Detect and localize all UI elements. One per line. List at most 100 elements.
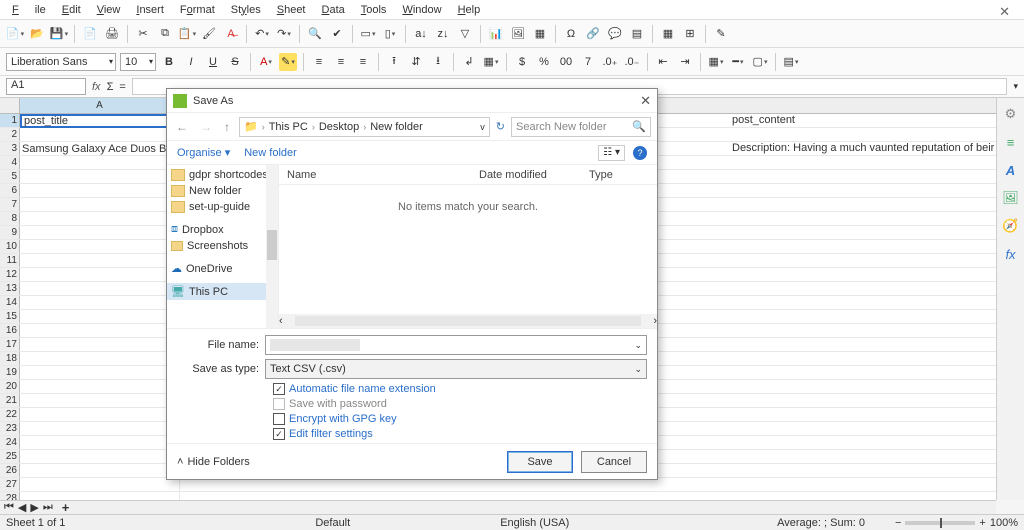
cut-button[interactable]: ✂ xyxy=(134,25,152,43)
tab-prev-icon[interactable]: ◀ xyxy=(18,501,26,514)
number-button[interactable]: 00 xyxy=(557,53,575,71)
sidebar-gallery-icon[interactable]: 🖼 xyxy=(1001,188,1021,208)
nav-back-icon[interactable]: ← xyxy=(173,120,191,134)
font-color-button[interactable]: A▾ xyxy=(257,53,275,71)
del-decimal-button[interactable]: .0₋ xyxy=(623,53,641,71)
sum-icon[interactable]: Σ xyxy=(107,81,114,93)
split-button[interactable]: ⊞ xyxy=(681,25,699,43)
chk-gpg[interactable]: Encrypt with GPG key xyxy=(273,413,647,425)
font-size-select[interactable]: 10▾ xyxy=(120,53,156,71)
chk-auto-ext[interactable]: Automatic file name extension xyxy=(273,383,647,395)
sidebar-navigator-icon[interactable]: 🧭 xyxy=(1001,216,1021,236)
tree-dropbox[interactable]: ⧈Dropbox xyxy=(167,221,278,238)
file-list-hscroll[interactable]: ‹› xyxy=(279,314,657,328)
dialog-close-icon[interactable]: ✕ xyxy=(640,93,651,109)
save-button-dialog[interactable]: Save xyxy=(507,451,573,473)
hide-folders-toggle[interactable]: ˄Hide Folders xyxy=(177,456,250,468)
date-button[interactable]: 7 xyxy=(579,53,597,71)
new-folder-button[interactable]: New folder xyxy=(244,147,297,159)
pivot-button[interactable]: ▦ xyxy=(531,25,549,43)
col-button[interactable]: ▯▾ xyxy=(381,25,399,43)
refresh-icon[interactable]: ↻ xyxy=(496,120,505,133)
sidebar-properties-icon[interactable]: ≡ xyxy=(1001,132,1021,152)
cell-a1[interactable]: post_title xyxy=(20,114,180,128)
show-draw-button[interactable]: ✎ xyxy=(712,25,730,43)
menu-help[interactable]: Help xyxy=(450,2,489,18)
tree-new-folder[interactable]: New folder xyxy=(167,183,278,199)
spellcheck-button[interactable]: ✔ xyxy=(328,25,346,43)
crumb-new-folder[interactable]: New folder xyxy=(370,121,423,133)
sidebar-styles-icon[interactable]: A xyxy=(1001,160,1021,180)
fx-icon[interactable]: fx xyxy=(92,81,101,93)
tab-next-icon[interactable]: ▶ xyxy=(30,501,38,514)
menu-insert[interactable]: Insert xyxy=(128,2,172,18)
align-left-button[interactable]: ≡ xyxy=(310,53,328,71)
percent-button[interactable]: % xyxy=(535,53,553,71)
italic-button[interactable]: I xyxy=(182,53,200,71)
inc-indent-button[interactable]: ⇤ xyxy=(654,53,672,71)
print-button[interactable]: 🖨 xyxy=(103,25,121,43)
col-header-a[interactable]: A xyxy=(20,98,180,113)
highlight-button[interactable]: ✎▾ xyxy=(279,53,297,71)
zoom-in-icon[interactable]: + xyxy=(979,517,985,529)
zoom-value[interactable]: 100% xyxy=(990,517,1018,529)
organise-menu[interactable]: Organise ▾ xyxy=(177,146,230,159)
menu-sheet[interactable]: Sheet xyxy=(269,2,314,18)
col-type[interactable]: Type xyxy=(589,169,613,181)
cell-a2[interactable] xyxy=(20,128,180,141)
menu-data[interactable]: Data xyxy=(314,2,353,18)
equals-icon[interactable]: = xyxy=(119,81,125,93)
special-char-button[interactable]: Ω xyxy=(562,25,580,43)
freeze-button[interactable]: ▦ xyxy=(659,25,677,43)
align-right-button[interactable]: ≡ xyxy=(354,53,372,71)
nav-up-icon[interactable]: ↑ xyxy=(221,120,233,134)
menu-format[interactable]: Format xyxy=(172,2,223,18)
menu-view[interactable]: View xyxy=(89,2,129,18)
underline-button[interactable]: U xyxy=(204,53,222,71)
crumb-desktop[interactable]: Desktop xyxy=(319,121,359,133)
file-list[interactable]: Name Date modified Type No items match y… xyxy=(279,165,657,328)
chk-filter[interactable]: Edit filter settings xyxy=(273,428,647,440)
hyperlink-button[interactable]: 🔗 xyxy=(584,25,602,43)
cancel-button[interactable]: Cancel xyxy=(581,451,647,473)
export-pdf-button[interactable]: 📄 xyxy=(81,25,99,43)
window-close-icon[interactable]: ✕ xyxy=(991,2,1018,22)
menu-tools[interactable]: Tools xyxy=(353,2,395,18)
currency-button[interactable]: $ xyxy=(513,53,531,71)
wrap-button[interactable]: ↲ xyxy=(460,53,478,71)
cell-g1[interactable]: post_content xyxy=(730,114,996,128)
breadcrumb[interactable]: 📁 › This PC › Desktop › New folder v xyxy=(239,117,490,137)
clear-format-button[interactable]: A̶ xyxy=(222,25,240,43)
border-color-button[interactable]: ▢▾ xyxy=(751,53,769,71)
comment-button[interactable]: 💬 xyxy=(606,25,624,43)
save-button[interactable]: 💾▾ xyxy=(50,25,68,43)
col-name[interactable]: Name xyxy=(279,169,479,181)
tree-scrollbar[interactable] xyxy=(266,165,278,328)
strike-button[interactable]: S xyxy=(226,53,244,71)
folder-tree[interactable]: gdpr shortcodes New folder set-up-guide … xyxy=(167,165,279,328)
sidebar-functions-icon[interactable]: fx xyxy=(1001,244,1021,264)
dec-indent-button[interactable]: ⇥ xyxy=(676,53,694,71)
menu-file[interactable]: File xyxy=(4,2,54,18)
horizontal-scrollbar[interactable]: ⏮ ◀ ▶ ⏭ + xyxy=(0,500,996,514)
open-button[interactable]: 📂 xyxy=(28,25,46,43)
clone-format-button[interactable]: 🖌 xyxy=(200,25,218,43)
border-style-button[interactable]: ━▾ xyxy=(729,53,747,71)
merge-button[interactable]: ▦▾ xyxy=(482,53,500,71)
search-icon[interactable]: 🔍 xyxy=(632,120,646,133)
crumb-this-pc[interactable]: This PC xyxy=(269,121,308,133)
align-middle-button[interactable]: ⇵ xyxy=(407,53,425,71)
formula-dropdown-icon[interactable]: ▾ xyxy=(1013,81,1018,92)
nav-fwd-icon[interactable]: → xyxy=(197,120,215,134)
search-field[interactable]: Search New folder 🔍 xyxy=(511,117,651,137)
redo-button[interactable]: ↷▾ xyxy=(275,25,293,43)
cond-format-button[interactable]: ▤▾ xyxy=(782,53,800,71)
tab-first-icon[interactable]: ⏮ xyxy=(4,501,14,514)
file-name-input[interactable]: ⌄ xyxy=(265,335,647,355)
sidebar-settings-icon[interactable]: ⚙ xyxy=(1001,104,1021,124)
find-button[interactable]: 🔍 xyxy=(306,25,324,43)
menu-styles[interactable]: Styles xyxy=(223,2,269,18)
menu-window[interactable]: Window xyxy=(394,2,449,18)
insert-chart-button[interactable]: 📊 xyxy=(487,25,505,43)
tree-this-pc[interactable]: 🖥This PC xyxy=(167,283,278,300)
